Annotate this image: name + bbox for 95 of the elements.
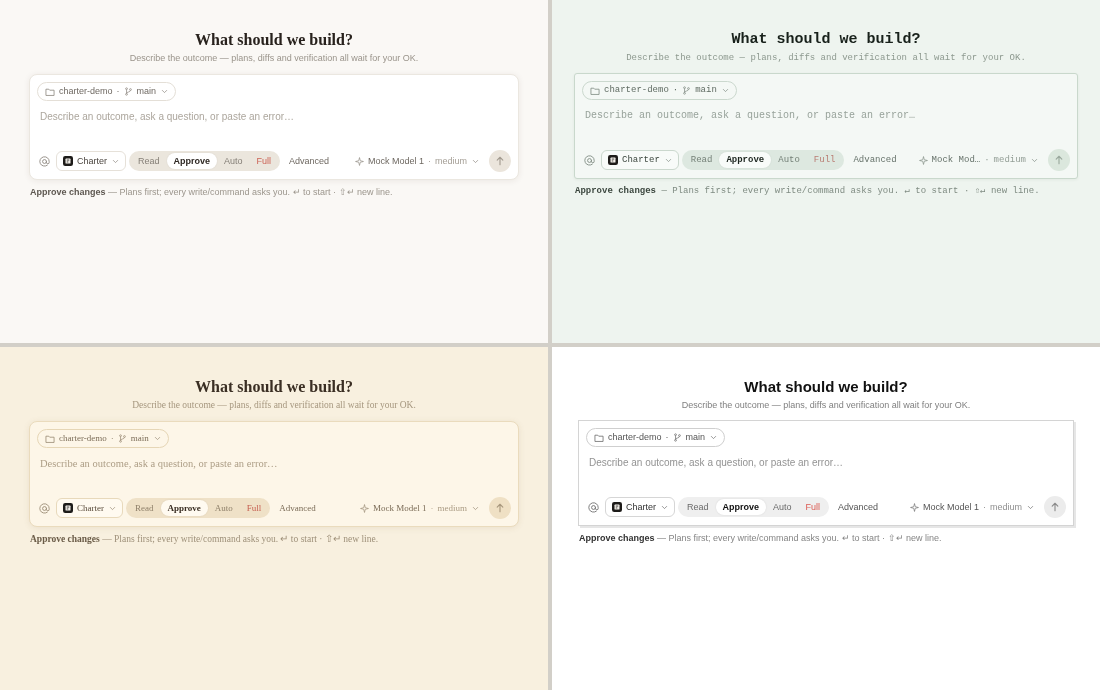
agent-selector-button[interactable]: Charter [56,498,123,518]
subtitle-text: Describe the outcome — plans, diffs and verification all wait for your OK. [626,52,1026,65]
branch-icon [117,434,127,443]
page-heading: What should we build? [195,30,353,50]
prompt-input[interactable]: Describe an outcome, ask a question, or paste an error… [586,451,1066,493]
mode-hint-text: Approve changes — Plans first; every write/command asks you. ↵ to start · ⇧↵ new line. [578,532,943,545]
model-selector-button[interactable]: Mock Model 1 · medium [356,498,483,518]
chevron-down-icon [161,88,169,95]
arrow-up-icon [495,503,505,513]
model-selector-button[interactable]: Mock Model 1 · medium [350,151,483,171]
model-selector-button[interactable]: Mock Model 1 · medium [905,497,1038,517]
prompt-input[interactable]: Describe an outcome, ask a question, or paste an error… [37,452,511,494]
mode-hint-text: Approve changes — Plans first; every write/command asks you. ↵ to start · ⇧↵ new line. [29,186,394,199]
sparkle-icon [360,503,369,513]
mode-tab[interactable]: Approve [719,152,772,168]
agent-logo-icon [63,156,73,166]
at-sign-icon [583,154,595,166]
chevron-down-icon [664,156,672,164]
folder-icon [594,432,604,443]
agent-logo-icon [608,155,618,165]
chevron-down-icon [721,87,729,94]
arrow-up-icon [1050,502,1060,512]
composer-field[interactable]: charter-demo · main Describe an outcome, ask a question, or paste an error… Charter Read Approve Auto Full Advanced Mock Model 1 · medium [29,74,519,180]
arrow-up-icon [495,156,505,166]
branch-icon [672,433,682,442]
send-button[interactable] [1048,149,1070,171]
page-heading: What should we build? [195,377,353,397]
repo-branch-button[interactable]: charter-demo · main [586,428,726,447]
subtitle-text: Describe the outcome — plans, diffs and verification all wait for your OK. [681,399,971,412]
chevron-down-icon [1027,503,1034,511]
branch-icon [123,87,133,96]
sparkle-icon [909,502,919,512]
mention-button[interactable] [37,154,51,168]
sparkle-icon [354,156,364,166]
agent-selector-button[interactable]: Charter [601,150,679,170]
mode-tab[interactable]: Auto [766,499,799,515]
mode-tab[interactable]: Read [131,153,167,169]
folder-icon [45,86,55,97]
mode-tab[interactable]: Read [128,500,161,516]
at-sign-icon [587,501,599,513]
advanced-button[interactable]: Advanced [275,498,320,518]
advanced-button[interactable]: Advanced [849,150,901,170]
mode-tab[interactable]: Auto [207,500,240,516]
arrow-up-icon [1054,155,1064,165]
mode-tab[interactable]: Read [683,152,720,168]
send-button[interactable] [1044,496,1066,518]
chevron-down-icon [472,504,479,512]
repo-branch-button[interactable]: charter-demo · main [37,429,169,448]
chevron-down-icon [472,157,479,165]
folder-icon [590,85,600,96]
at-sign-icon [38,155,50,167]
subtitle-text: Describe the outcome — plans, diffs and verification all wait for your OK. [132,399,416,412]
mode-hint-text: Approve changes — Plans first; every write/command asks you. ↵ to start · ⇧↵ new line. [29,533,380,546]
page-heading: What should we build? [744,377,908,397]
model-selector-button[interactable]: Mock Mod… · medium [914,150,1042,170]
page-heading: What should we build? [731,30,921,50]
repo-branch-button[interactable]: charter-demo · main [582,81,737,100]
mode-tab[interactable]: Approve [166,153,218,169]
composer-field[interactable]: charter-demo · main Describe an outcome, ask a question, or paste an error… Charter Read Approve Auto Full Advanced Mock Model 1 · medium [29,421,519,527]
sparkle-icon [918,155,928,165]
mode-tab[interactable]: Auto [771,152,807,168]
mode-tab[interactable]: Approve [160,500,208,516]
mode-tab[interactable]: Full [239,500,269,516]
mention-button[interactable] [586,500,600,514]
mode-hint-text: Approve changes — Plans first; every write/command asks you. ↵ to start · ⇧↵ new line. [574,185,1041,198]
composer-field[interactable]: charter-demo · main Describe an outcome, ask a question, or paste an error… Charter Read Approve Auto Full Advanced Mock Model 1 · medium [578,420,1074,526]
agent-logo-icon [63,503,73,513]
chevron-down-icon [1031,156,1038,164]
mode-tab[interactable]: Read [680,499,716,515]
subtitle-text: Describe the outcome — plans, diffs and verification all wait for your OK. [129,52,419,65]
mention-button[interactable] [582,153,596,167]
branch-icon [682,86,692,95]
chevron-down-icon [153,435,161,442]
chevron-down-icon [661,503,668,511]
mode-tab[interactable]: Full [249,153,279,169]
prompt-input[interactable]: Describe an outcome, ask a question, or paste an error… [582,104,1070,146]
repo-branch-button[interactable]: charter-demo · main [37,82,177,101]
advanced-button[interactable]: Advanced [285,151,334,171]
chevron-down-icon [710,434,718,441]
send-button[interactable] [489,150,511,172]
composer-field[interactable]: charter-demo · main Describe an outcome, ask a question, or paste an error… Charter Read Approve Auto Full Advanced Mock Mod… · medium [574,73,1078,179]
send-button[interactable] [489,497,511,519]
mode-tab[interactable]: Approve [715,499,767,515]
chevron-down-icon [109,504,116,512]
mode-tab[interactable]: Auto [217,153,250,169]
agent-logo-icon [612,502,622,512]
folder-icon [45,433,55,444]
mention-button[interactable] [37,501,51,515]
chevron-down-icon [112,157,119,165]
mode-tab[interactable]: Full [798,499,828,515]
agent-selector-button[interactable]: Charter [56,151,126,171]
advanced-button[interactable]: Advanced [834,497,883,517]
prompt-input[interactable]: Describe an outcome, ask a question, or paste an error… [37,105,511,147]
at-sign-icon [38,502,50,514]
agent-selector-button[interactable]: Charter [605,497,675,517]
